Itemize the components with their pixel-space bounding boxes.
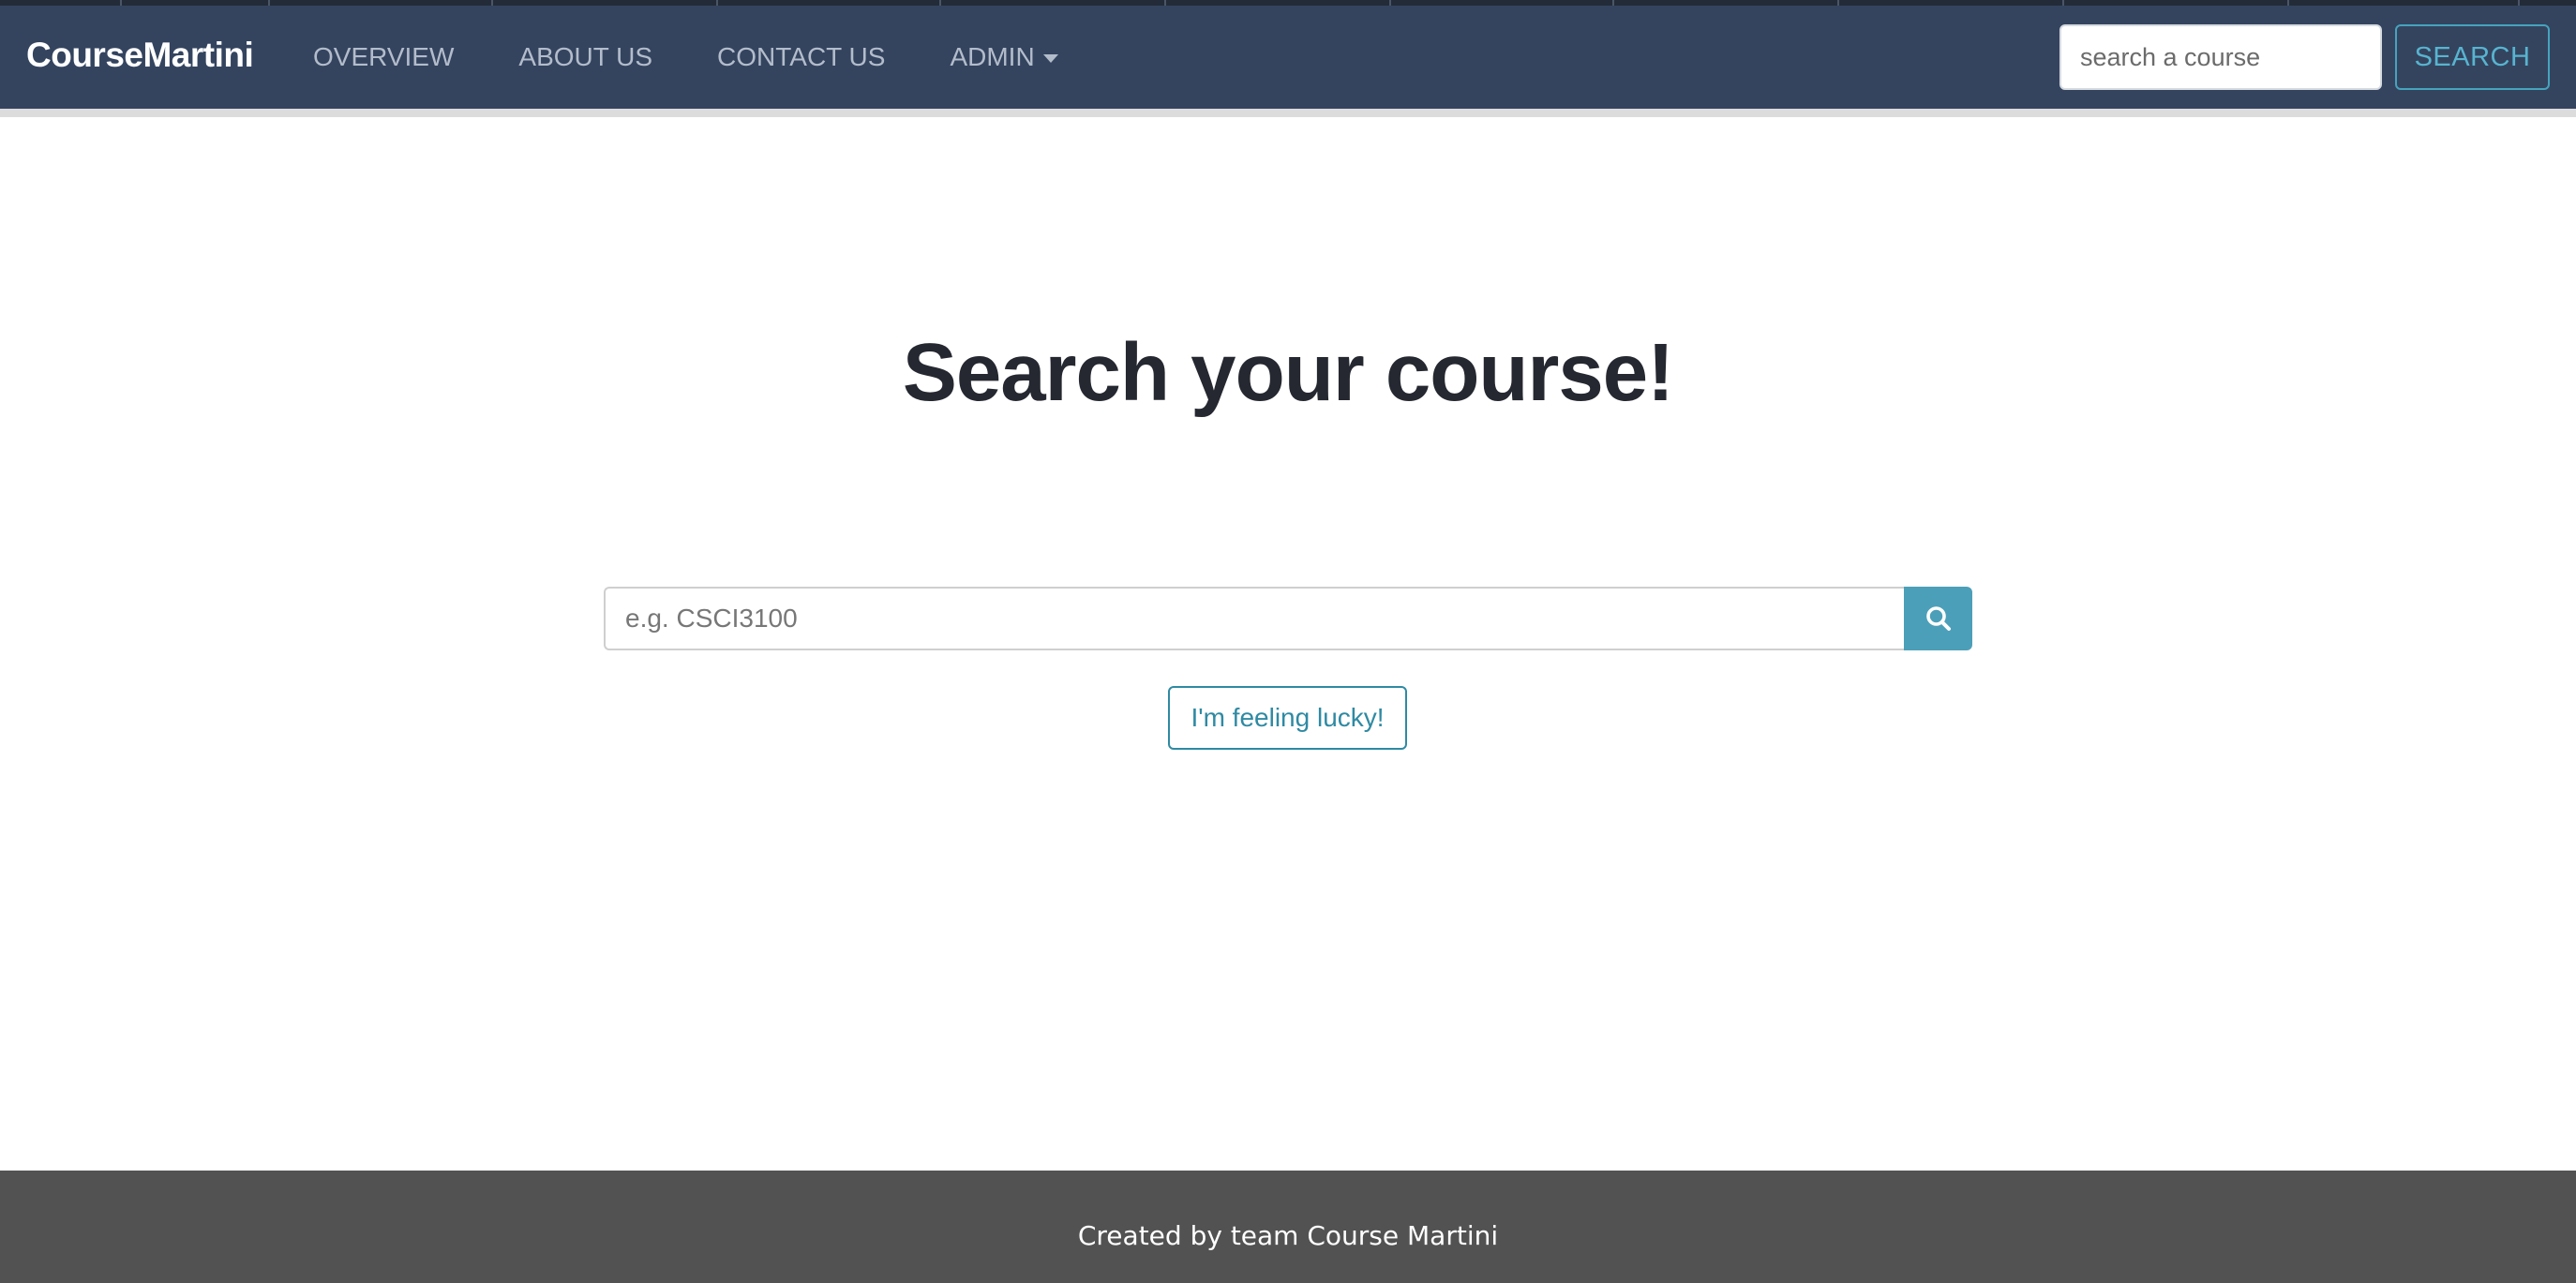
course-search-group [604, 587, 1972, 650]
footer-credit: Created by team Course Martini [1077, 1219, 1499, 1251]
brand-logo-link[interactable]: CourseMartini [26, 36, 254, 75]
page-title: Search your course! [902, 327, 1674, 418]
navbar-divider [0, 109, 2576, 117]
nav-link-label: ADMIN [950, 42, 1035, 71]
caret-down-icon [1042, 53, 1058, 63]
course-search-button[interactable] [1904, 587, 1972, 650]
nav-link-label: CONTACT US [717, 42, 886, 71]
nav-link-label: ABOUT US [518, 42, 653, 71]
nav-link-overview[interactable]: OVERVIEW [313, 42, 454, 72]
nav-search-button[interactable]: SEARCH [2395, 24, 2550, 90]
nav-link-contact-us[interactable]: CONTACT US [717, 42, 885, 72]
course-search-input[interactable] [604, 587, 1904, 650]
page-footer: Created by team Course Martini [0, 1171, 2576, 1283]
nav-search-input[interactable] [2059, 24, 2382, 90]
nav-link-label: OVERVIEW [313, 42, 455, 71]
search-icon [1925, 606, 1951, 631]
nav-link-about-us[interactable]: ABOUT US [518, 42, 652, 72]
feeling-lucky-button[interactable]: I'm feeling lucky! [1168, 686, 1407, 750]
nav-dropdown-admin[interactable]: ADMIN [950, 42, 1058, 72]
top-navbar: CourseMartini OVERVIEW ABOUT US CONTACT … [0, 6, 2576, 109]
nav-links: OVERVIEW ABOUT US CONTACT US ADMIN [313, 6, 1123, 109]
